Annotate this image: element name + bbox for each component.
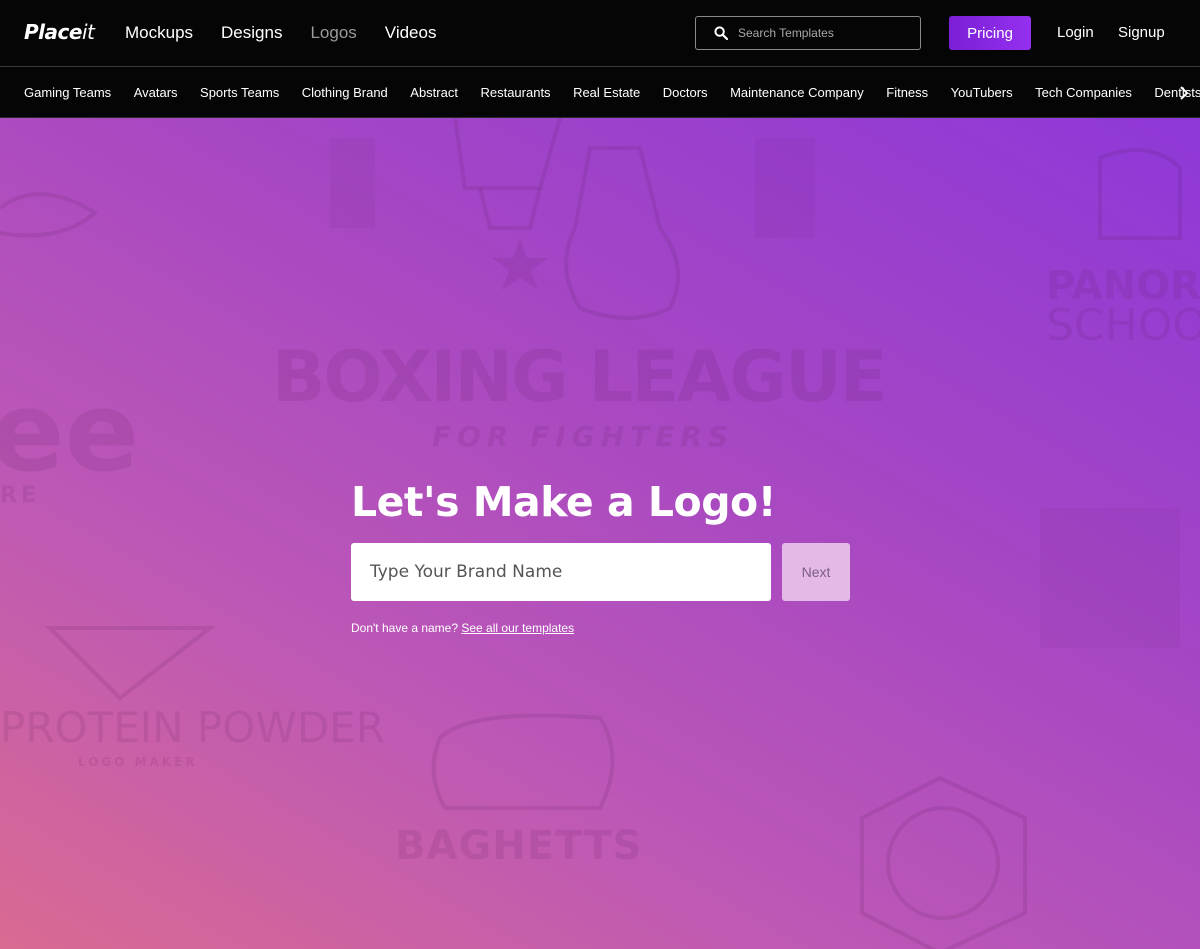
search-icon — [714, 26, 728, 40]
category-bar: Gaming Teams Avatars Sports Teams Clothi… — [0, 66, 1200, 118]
chevron-right-icon[interactable] — [1176, 83, 1192, 103]
hero-title: Let's Make a Logo! — [351, 478, 776, 526]
brand-name-input[interactable] — [351, 543, 771, 601]
hero-section: BOXING LEAGUE FOR FIGHTERS PROTEIN POWDE… — [0, 118, 1200, 949]
bg-protein-title: PROTEIN POWDER — [0, 703, 385, 752]
pricing-button[interactable]: Pricing — [949, 16, 1031, 50]
bg-left-fragment: ee — [0, 368, 140, 496]
logo-text-light: it — [81, 20, 95, 44]
category-tech-companies[interactable]: Tech Companies — [1035, 85, 1132, 100]
category-gaming-teams[interactable]: Gaming Teams — [24, 85, 111, 100]
category-list: Gaming Teams Avatars Sports Teams Clothi… — [24, 67, 1200, 118]
category-maintenance-company[interactable]: Maintenance Company — [730, 85, 864, 100]
top-navbar: Placeit Mockups Designs Logos Videos Pri… — [0, 0, 1200, 66]
signup-link[interactable]: Signup — [1118, 24, 1165, 41]
bg-left-fragment-sub: RE — [0, 483, 40, 508]
bg-boxing-subtitle: FOR FIGHTERS — [432, 420, 735, 453]
nav-designs[interactable]: Designs — [221, 23, 282, 43]
helper-text: Don't have a name? See all our templates — [351, 621, 574, 635]
search-input[interactable] — [738, 26, 908, 40]
bg-protein-subtitle: LOGO MAKER — [78, 755, 198, 769]
login-link[interactable]: Login — [1057, 24, 1094, 41]
category-doctors[interactable]: Doctors — [663, 85, 708, 100]
nav-logos[interactable]: Logos — [310, 23, 356, 43]
category-avatars[interactable]: Avatars — [134, 85, 178, 100]
category-sports-teams[interactable]: Sports Teams — [200, 85, 279, 100]
category-real-estate[interactable]: Real Estate — [573, 85, 640, 100]
category-abstract[interactable]: Abstract — [410, 85, 458, 100]
search-box[interactable] — [695, 16, 921, 50]
placeit-logo[interactable]: Placeit — [24, 20, 95, 44]
nav-videos[interactable]: Videos — [385, 23, 437, 43]
category-youtubers[interactable]: YouTubers — [951, 85, 1013, 100]
bg-boxing-title: BOXING LEAGUE — [272, 336, 888, 418]
nav-mockups[interactable]: Mockups — [125, 23, 193, 43]
main-nav: Mockups Designs Logos Videos — [125, 0, 464, 66]
bg-bottom-fragment: BAGHETTS — [395, 823, 643, 869]
see-all-templates-link[interactable]: See all our templates — [461, 621, 574, 635]
helper-question: Don't have a name? — [351, 621, 459, 635]
next-button[interactable]: Next — [782, 543, 850, 601]
background-logo-collage: BOXING LEAGUE FOR FIGHTERS PROTEIN POWDE… — [0, 118, 1200, 949]
category-clothing-brand[interactable]: Clothing Brand — [302, 85, 388, 100]
category-restaurants[interactable]: Restaurants — [480, 85, 550, 100]
logo-text-bold: Place — [24, 20, 82, 44]
category-fitness[interactable]: Fitness — [886, 85, 928, 100]
bg-school-line2: SCHOOL — [1046, 300, 1200, 351]
